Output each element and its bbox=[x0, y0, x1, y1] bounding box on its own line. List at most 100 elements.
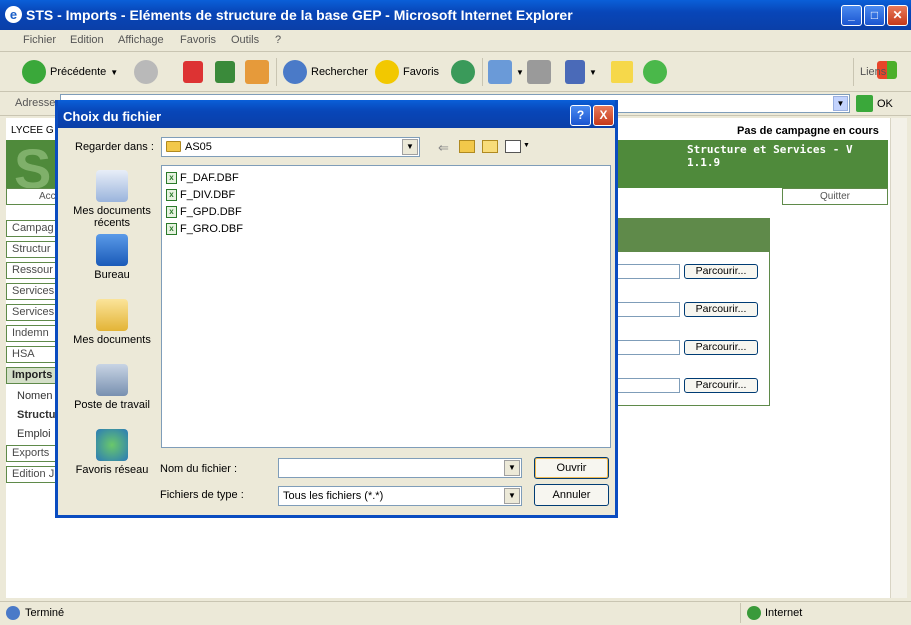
home-icon bbox=[245, 60, 269, 84]
quit-button[interactable]: Quitter bbox=[782, 188, 888, 205]
view-menu-icon[interactable] bbox=[505, 140, 521, 153]
nav-structure[interactable]: Structur bbox=[6, 241, 62, 258]
my-computer-icon bbox=[96, 364, 128, 396]
subnav-emploi[interactable]: Emploi bbox=[17, 428, 51, 440]
chevron-down-icon[interactable]: ▼ bbox=[402, 139, 418, 155]
spreadsheet-icon: x bbox=[166, 223, 177, 235]
chevron-down-icon: ▼ bbox=[516, 67, 524, 77]
forward-arrow-icon bbox=[134, 60, 158, 84]
desktop-icon bbox=[96, 234, 128, 266]
browse-button-3[interactable]: Parcourir... bbox=[684, 340, 758, 355]
back-button[interactable]: Précédente ▼ bbox=[22, 59, 118, 85]
globe-icon bbox=[747, 606, 761, 620]
nav-campagne[interactable]: Campag bbox=[6, 220, 62, 237]
discuss-button[interactable] bbox=[611, 59, 633, 85]
links-button[interactable]: Liens bbox=[860, 59, 886, 85]
cancel-button[interactable]: Annuler bbox=[534, 484, 609, 506]
refresh-icon bbox=[215, 61, 235, 83]
note-icon bbox=[611, 61, 633, 83]
browse-button-4[interactable]: Parcourir... bbox=[684, 378, 758, 393]
nav-imports[interactable]: Imports bbox=[6, 367, 62, 384]
forward-button[interactable] bbox=[134, 59, 158, 85]
file-input-2[interactable] bbox=[612, 302, 680, 317]
place-label: Poste de travail bbox=[74, 399, 150, 411]
new-folder-icon[interactable] bbox=[482, 140, 498, 153]
chevron-down-icon[interactable]: ▼ bbox=[504, 460, 520, 476]
place-label: Bureau bbox=[94, 269, 130, 281]
menu-outils[interactable]: Outils bbox=[231, 34, 259, 46]
file-input-1[interactable] bbox=[612, 264, 680, 279]
subnav-nomenclatures[interactable]: Nomen bbox=[17, 390, 52, 402]
file-list[interactable]: x F_DAF.DBF x F_DIV.DBF x F_GPD.DBF x F_… bbox=[161, 165, 611, 448]
list-item[interactable]: x F_GRO.DBF bbox=[166, 221, 243, 237]
chevron-down-icon[interactable]: ▼ bbox=[504, 488, 520, 504]
menu-help[interactable]: ? bbox=[275, 34, 281, 46]
go-label: OK bbox=[877, 97, 893, 110]
stop-button[interactable] bbox=[183, 59, 203, 85]
place-my-documents[interactable]: Mes documents bbox=[66, 299, 158, 346]
file-dialog: Choix du fichier ? X Regarder dans : AS0… bbox=[55, 100, 618, 518]
nav-ressources[interactable]: Ressour bbox=[6, 262, 62, 279]
messenger-button[interactable] bbox=[643, 59, 667, 85]
list-item[interactable]: x F_GPD.DBF bbox=[166, 204, 242, 220]
vertical-scrollbar[interactable] bbox=[890, 118, 907, 598]
minimize-button[interactable]: _ bbox=[841, 5, 862, 26]
menu-bar: Fichier Edition Affichage Favoris Outils… bbox=[0, 30, 911, 79]
nav-indemnites[interactable]: Indemn bbox=[6, 325, 62, 342]
back-folder-icon[interactable]: ⇐ bbox=[438, 140, 449, 156]
place-recent[interactable]: Mes documents récents bbox=[66, 170, 158, 229]
maximize-button[interactable]: □ bbox=[864, 5, 885, 26]
chevron-down-icon[interactable]: ▼ bbox=[523, 142, 530, 149]
nav-exports[interactable]: Exports bbox=[6, 445, 62, 462]
window-titlebar: e STS - Imports - Eléments de structure … bbox=[0, 0, 911, 30]
nav-edition[interactable]: Edition J bbox=[6, 466, 62, 483]
place-desktop[interactable]: Bureau bbox=[66, 234, 158, 281]
home-button[interactable] bbox=[245, 59, 269, 85]
mail-button[interactable]: ▼ bbox=[488, 59, 524, 85]
file-name: F_GPD.DBF bbox=[180, 206, 242, 218]
file-input-3[interactable] bbox=[612, 340, 680, 355]
menu-affichage[interactable]: Affichage bbox=[118, 34, 164, 46]
print-button[interactable] bbox=[527, 59, 551, 85]
chevron-down-icon[interactable]: ▼ bbox=[833, 96, 848, 111]
refresh-button[interactable] bbox=[215, 59, 235, 85]
list-item[interactable]: x F_DIV.DBF bbox=[166, 187, 235, 203]
place-my-computer[interactable]: Poste de travail bbox=[66, 364, 158, 411]
list-item[interactable]: x F_DAF.DBF bbox=[166, 170, 239, 186]
up-folder-icon[interactable] bbox=[459, 140, 475, 153]
favorites-button[interactable]: Favoris bbox=[375, 59, 439, 85]
page-icon bbox=[6, 606, 20, 620]
place-label: Mes documents bbox=[73, 334, 151, 346]
filetype-select[interactable]: Tous les fichiers (*.*) ▼ bbox=[278, 486, 522, 506]
nav-hsa[interactable]: HSA bbox=[6, 346, 62, 363]
look-in-label: Regarder dans : bbox=[75, 141, 154, 153]
edit-button[interactable]: ▼ bbox=[565, 59, 597, 85]
search-button[interactable]: Rechercher bbox=[283, 59, 368, 85]
place-network[interactable]: Favoris réseau bbox=[66, 429, 158, 476]
nav-services-2[interactable]: Services bbox=[6, 304, 62, 321]
dialog-help-button[interactable]: ? bbox=[570, 105, 591, 126]
favorites-label: Favoris bbox=[403, 66, 440, 78]
current-folder: AS05 bbox=[185, 141, 212, 153]
dialog-titlebar: Choix du fichier bbox=[58, 100, 615, 128]
menu-edition[interactable]: Edition bbox=[70, 34, 104, 46]
menu-fichier[interactable]: Fichier bbox=[23, 34, 56, 46]
browse-button-2[interactable]: Parcourir... bbox=[684, 302, 758, 317]
subnav-structure[interactable]: Structu bbox=[17, 409, 56, 421]
go-button[interactable]: OK bbox=[856, 95, 893, 112]
open-button[interactable]: Ouvrir bbox=[534, 457, 609, 479]
history-button[interactable] bbox=[451, 59, 475, 85]
look-in-select[interactable]: AS05 ▼ bbox=[161, 137, 420, 157]
my-documents-icon bbox=[96, 299, 128, 331]
filename-input[interactable]: ▼ bbox=[278, 458, 522, 478]
close-button[interactable]: ✕ bbox=[887, 5, 908, 26]
back-label: Précédente bbox=[50, 66, 107, 78]
filetype-label: Fichiers de type : bbox=[160, 489, 244, 501]
menu-favoris[interactable]: Favoris bbox=[180, 34, 216, 46]
nav-services-1[interactable]: Services bbox=[6, 283, 62, 300]
dialog-close-button[interactable]: X bbox=[593, 105, 614, 126]
file-input-4[interactable] bbox=[612, 378, 680, 393]
place-label: Favoris réseau bbox=[75, 464, 149, 476]
ie-icon: e bbox=[5, 6, 22, 23]
browse-button-1[interactable]: Parcourir... bbox=[684, 264, 758, 279]
